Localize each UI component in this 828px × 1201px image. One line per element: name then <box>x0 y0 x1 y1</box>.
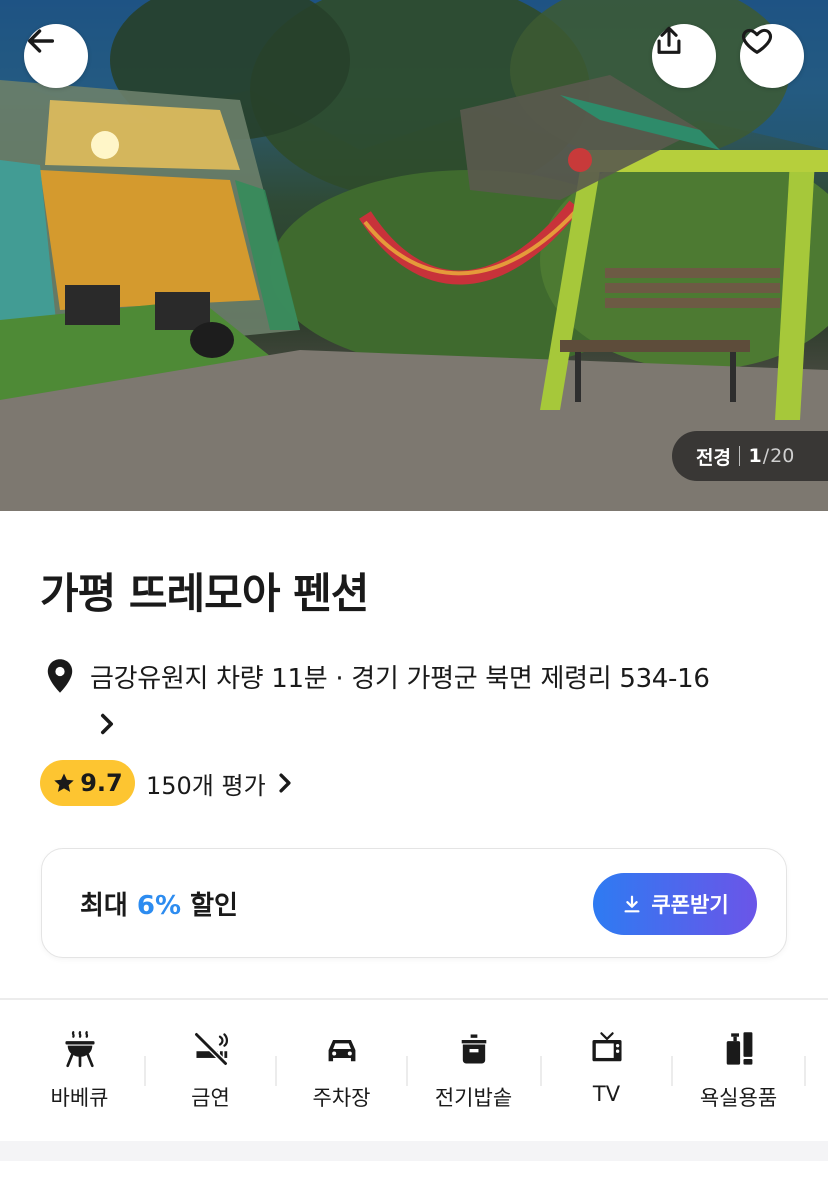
amenity-label: 바베큐 <box>50 1086 109 1110</box>
location-text[interactable]: 금강유원지 차량 11분 · 경기 가평군 북면 제령리 534-16 <box>90 658 710 695</box>
coupon-card: 최대 6% 할인 쿠폰받기 <box>41 848 787 958</box>
amenity-separator <box>804 1056 806 1086</box>
get-coupon-label: 쿠폰받기 <box>651 893 729 917</box>
amenity-rice-cooker: 전기밥솥 <box>408 1000 539 1140</box>
get-coupon-button[interactable]: 쿠폰받기 <box>593 873 757 935</box>
amenities-list: 바베큐 금연 주차장 전기밥솥 TV 욕실용품 <box>0 1000 828 1140</box>
amenity-separator <box>275 1056 277 1086</box>
tv-icon <box>591 1032 622 1062</box>
car-parking-icon <box>328 1040 355 1062</box>
section-spacer <box>0 1141 828 1161</box>
amenity-barbecue: 바베큐 <box>14 1000 145 1140</box>
location-pin-icon <box>47 659 73 693</box>
rating-score: 9.7 <box>80 769 123 797</box>
photo-counter-divider <box>738 446 741 466</box>
no-smoking-icon <box>193 1032 228 1066</box>
coupon-discount-text: 최대 6% 할인 <box>80 885 238 922</box>
amenity-no-smoking: 금연 <box>145 1000 276 1140</box>
arrow-left-icon <box>27 29 55 53</box>
amenity-label: TV <box>592 1082 621 1106</box>
amenity-separator <box>671 1056 673 1086</box>
star-icon <box>54 773 74 792</box>
amenity-label: 욕실용품 <box>699 1086 778 1110</box>
amenity-separator <box>144 1056 146 1086</box>
amenity-label: 전기밥솥 <box>434 1086 513 1110</box>
review-count: 150개 평가 <box>146 771 266 800</box>
amenity-tv: TV <box>541 1000 672 1140</box>
amenity-separator <box>540 1056 542 1086</box>
photo-counter: 전경 1 / 20 <box>672 431 828 481</box>
photo-total-count: 20 <box>770 445 795 467</box>
amenity-parking: 주차장 <box>276 1000 407 1140</box>
photo-current-index: 1 <box>748 445 762 467</box>
review-link[interactable]: 150개 평가 <box>146 764 294 802</box>
amenity-label: 주차장 <box>312 1086 371 1110</box>
chevron-right-icon[interactable] <box>96 710 118 738</box>
share-button[interactable] <box>652 24 716 88</box>
rating-badge: 9.7 <box>40 760 135 806</box>
listing-title: 가평 뜨레모아 펜션 <box>40 569 369 618</box>
barbecue-grill-icon <box>64 1031 95 1068</box>
amenity-bath-amenities: 욕실용품 <box>673 1000 804 1140</box>
share-icon <box>657 26 681 54</box>
bath-amenities-icon <box>726 1032 752 1065</box>
chevron-right-icon <box>279 773 291 793</box>
wishlist-button[interactable] <box>740 24 804 88</box>
coupon-suffix: 할인 <box>181 891 238 921</box>
rice-cooker-icon <box>461 1034 486 1064</box>
coupon-prefix: 최대 <box>80 891 137 921</box>
hero-photo[interactable]: 전경 1 / 20 <box>0 0 828 511</box>
back-button[interactable] <box>24 24 88 88</box>
amenity-label: 금연 <box>191 1086 230 1110</box>
photo-category: 전경 <box>696 446 731 469</box>
heart-icon <box>741 28 773 54</box>
amenity-separator <box>406 1056 408 1086</box>
photo-counter-slash: / <box>762 445 770 467</box>
download-icon <box>624 895 640 913</box>
coupon-discount-value: 6% <box>136 891 182 921</box>
